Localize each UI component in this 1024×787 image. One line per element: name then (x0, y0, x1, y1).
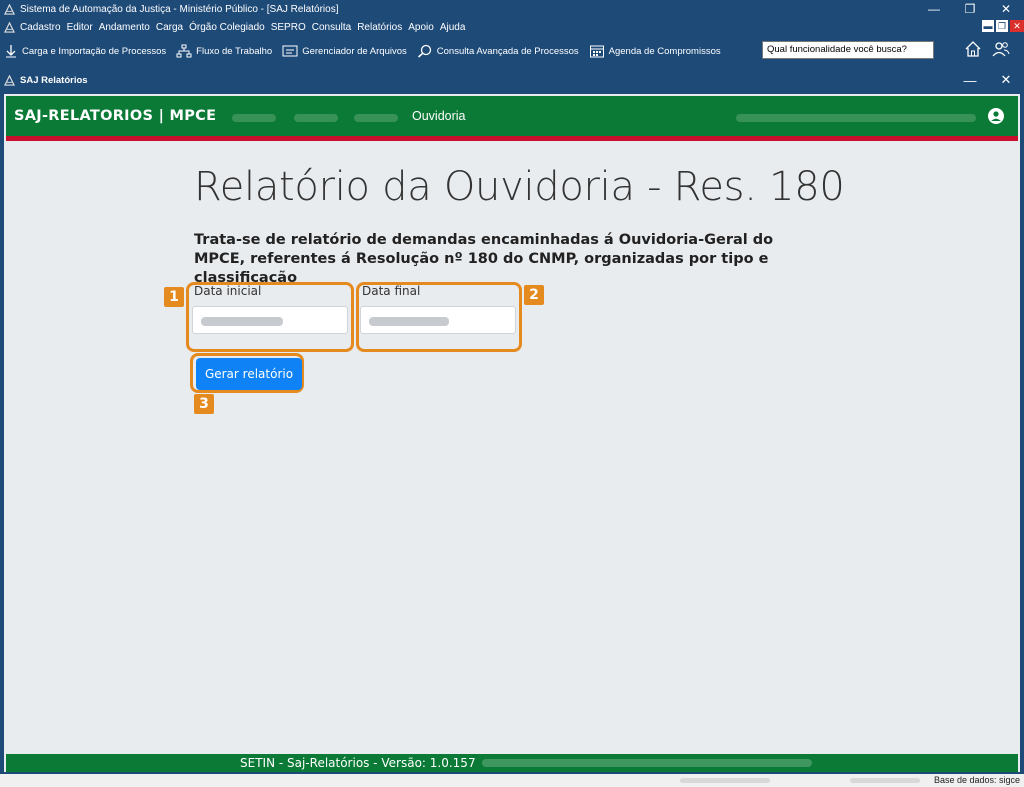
menu-andamento[interactable]: Andamento (99, 22, 150, 33)
minimize-button[interactable]: — (916, 0, 952, 18)
toolbar-fluxo-trabalho[interactable]: Fluxo de Trabalho (176, 44, 272, 58)
inner-minimize-button[interactable]: — (952, 70, 988, 90)
highlight-end-date (356, 282, 522, 352)
highlight-start-date (186, 282, 354, 352)
navbar: SAJ-RELATORIOS | MPCE Ouvidoria (6, 96, 1018, 136)
content-frame: SAJ-RELATORIOS | MPCE Ouvidoria Relatóri… (4, 94, 1020, 772)
blurred-footer-info (481, 759, 812, 767)
toolbar-label: Consulta Avançada de Processos (436, 45, 579, 57)
menu-ajuda[interactable]: Ajuda (440, 22, 466, 33)
calendar-icon (589, 45, 604, 58)
close-button[interactable]: ✕ (988, 0, 1024, 18)
menu-apoio[interactable]: Apoio (408, 22, 434, 33)
toolbar-agenda[interactable]: Agenda de Compromissos (589, 44, 721, 58)
menu-bar: Cadastro Editor Andamento Carga Órgão Co… (0, 18, 1024, 36)
workflow-icon (176, 44, 192, 58)
footer: SETIN - Saj-Relatórios - Versão: 1.0.157 (6, 754, 1018, 772)
users-icon[interactable] (992, 40, 1010, 58)
file-manager-icon (282, 45, 298, 57)
top-icons (964, 40, 1010, 58)
mdi-restore-button[interactable]: ❐ (996, 20, 1008, 32)
download-arrow-icon (6, 45, 16, 58)
database-status: Base de dados: sigce (933, 775, 1020, 785)
blurred-status-info (850, 778, 920, 783)
restore-button[interactable]: ❐ (952, 0, 988, 18)
menu-sepro[interactable]: SEPRO (271, 22, 306, 33)
menu-carga[interactable]: Carga (156, 22, 183, 33)
nav-ouvidoria[interactable]: Ouvidoria (412, 109, 466, 123)
toolbar-consulta-avancada[interactable]: Consulta Avançada de Processos (417, 44, 579, 58)
generate-report-button[interactable]: Gerar relatório (196, 358, 302, 390)
status-bar: Base de dados: sigce (0, 774, 1024, 787)
inner-logo-icon (4, 74, 15, 86)
footer-text: SETIN - Saj-Relatórios - Versão: 1.0.157 (240, 756, 476, 770)
badge-1: 1 (164, 287, 184, 307)
menu-orgao-colegiado[interactable]: Órgão Colegiado (189, 22, 265, 33)
blurred-nav-item[interactable] (232, 114, 276, 122)
mdi-close-button[interactable]: ✕ (1010, 20, 1024, 32)
menu-cadastro[interactable]: Cadastro (20, 22, 61, 33)
toolbar-label: Fluxo de Trabalho (196, 45, 273, 57)
toolbar-carga-importacao[interactable]: Carga e Importação de Processos (4, 44, 166, 58)
app-logo-icon (4, 3, 15, 15)
accent-line (6, 136, 1018, 141)
inner-close-button[interactable]: ✕ (988, 70, 1024, 90)
home-icon[interactable] (964, 40, 982, 58)
blurred-user-info (736, 114, 976, 122)
page-title: Relatório da Ouvidoria - Res. 180 (194, 164, 845, 210)
blurred-status-info (680, 778, 770, 783)
menu-consulta[interactable]: Consulta (312, 22, 351, 33)
inner-window-title: SAJ Relatórios (20, 74, 88, 86)
toolbar-label: Gerenciador de Arquivos (302, 45, 407, 57)
search-process-icon (417, 44, 431, 58)
blurred-nav-item[interactable] (354, 114, 398, 122)
app-titlebar: Sistema de Automação da Justiça - Minist… (0, 0, 1024, 18)
menu-logo-icon (4, 21, 15, 33)
blurred-nav-item[interactable] (294, 114, 338, 122)
page-description: Trata-se de relatório de demandas encami… (194, 232, 774, 286)
feature-search-input[interactable]: Qual funcionalidade você busca? (762, 41, 934, 59)
toolbar-label: Agenda de Compromissos (608, 45, 721, 57)
badge-3: 3 (194, 394, 214, 414)
user-account-icon[interactable] (988, 108, 1004, 124)
mdi-controls: ▬ ❐ ✕ (982, 20, 1024, 32)
badge-2: 2 (524, 285, 544, 305)
toolbar-gerenciador-arquivos[interactable]: Gerenciador de Arquivos (282, 44, 407, 58)
mdi-minimize-button[interactable]: ▬ (982, 20, 994, 32)
inner-window-titlebar: SAJ Relatórios (0, 70, 1024, 90)
menu-relatorios[interactable]: Relatórios (357, 22, 402, 33)
app-title: Sistema de Automação da Justiça - Minist… (20, 3, 339, 15)
menu-editor[interactable]: Editor (67, 22, 93, 33)
brand[interactable]: SAJ-RELATORIOS | MPCE (14, 108, 216, 124)
toolbar-label: Carga e Importação de Processos (22, 45, 167, 57)
